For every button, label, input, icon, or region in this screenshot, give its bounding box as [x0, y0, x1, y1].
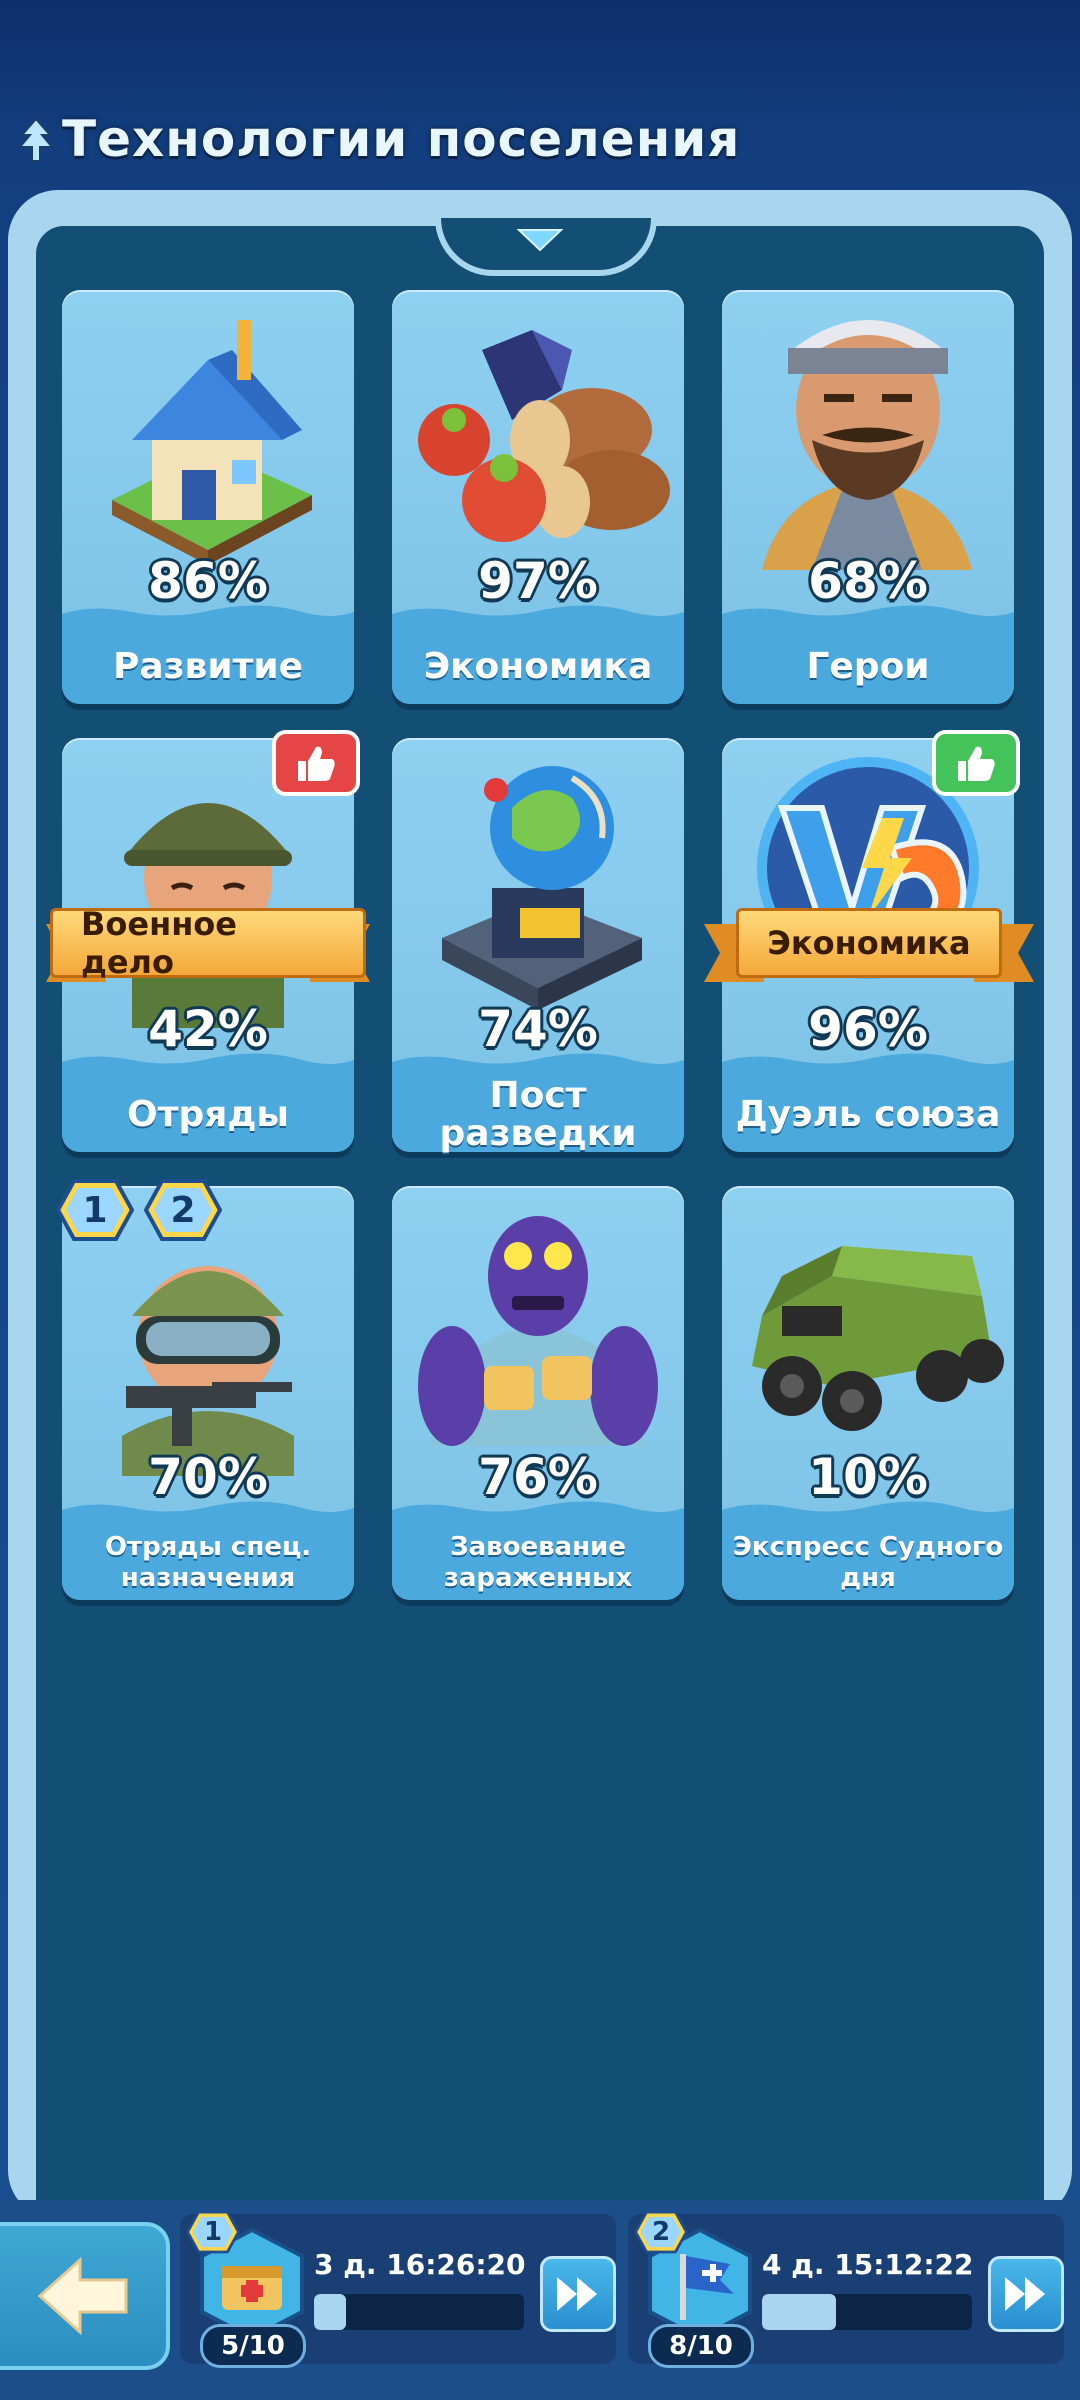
card-title: Завоевание зараженных	[443, 1531, 633, 1593]
speedup-button[interactable]	[988, 2256, 1064, 2332]
tech-card-recon[interactable]: 74% Пост разведки	[392, 738, 684, 1152]
queue-timer: 3 д. 16:26:20	[314, 2248, 526, 2281]
tech-card-doomsday-express[interactable]: 10% Экспресс Судного дня	[722, 1186, 1014, 1600]
globe-icon	[442, 766, 642, 1010]
tech-card-economy[interactable]: 97% Экономика	[392, 290, 684, 704]
card-title: Пост разведки	[439, 1075, 637, 1154]
fast-forward-icon	[557, 2277, 597, 2311]
queue-badge-1: 1	[56, 1178, 134, 1242]
tech-card-heroes[interactable]: 68% Герои	[722, 290, 1014, 704]
card-title: Дуэль союза	[735, 1094, 1001, 1136]
progress-percent: 10%	[808, 1448, 928, 1506]
progress-percent: 70%	[148, 1448, 268, 1506]
tree-icon	[17, 117, 55, 162]
resources-icon	[418, 330, 670, 542]
queue-progress-bar	[314, 2294, 524, 2330]
queue-progress-bar	[762, 2294, 972, 2330]
card-title: Экспресс Судного дня	[732, 1531, 1004, 1593]
card-title: Экономика	[423, 646, 653, 688]
queue-number-badge: 2	[634, 2210, 688, 2254]
queue-number-badge: 1	[186, 2210, 240, 2254]
queue-progress-fill	[762, 2294, 836, 2330]
queue-badge-2: 2	[144, 1178, 222, 1242]
progress-percent: 96%	[808, 1000, 928, 1058]
chevron-down-icon[interactable]	[515, 226, 565, 252]
tech-card-development[interactable]: 86% Развитие	[62, 290, 354, 704]
zombie-icon	[418, 1216, 658, 1446]
progress-percent: 76%	[478, 1448, 598, 1506]
queue-timer: 4 д. 15:12:22	[762, 2248, 974, 2281]
queue-count: 8/10	[648, 2324, 754, 2368]
progress-percent: 68%	[808, 552, 928, 610]
recommended-thumb-icon	[932, 730, 1020, 796]
page-title: Технологии поселения	[62, 110, 741, 168]
arrow-left-icon	[37, 2256, 128, 2336]
progress-percent: 86%	[148, 552, 268, 610]
card-title: Герои	[806, 646, 930, 688]
queue-count: 5/10	[200, 2324, 306, 2368]
progress-percent: 74%	[478, 1000, 598, 1058]
queue-progress-fill	[314, 2294, 346, 2330]
category-ribbon-economy: Экономика	[704, 908, 1034, 982]
house-icon	[112, 320, 312, 565]
fast-forward-icon	[1005, 2277, 1045, 2311]
speedup-button[interactable]	[540, 2256, 616, 2332]
progress-percent: 97%	[478, 552, 598, 610]
research-queue-2[interactable]: 2 8/10 4 д. 15:12:22	[628, 2210, 1064, 2368]
card-title: Отряды спец. назначения	[104, 1531, 312, 1593]
tech-card-infected-conquest[interactable]: 76% Завоевание зараженных	[392, 1186, 684, 1600]
progress-percent: 42%	[148, 1000, 268, 1058]
card-title: Развитие	[112, 646, 304, 688]
hero-icon	[762, 320, 972, 570]
card-title: Отряды	[127, 1094, 289, 1136]
tech-card-special-forces[interactable]: 70% Отряды спец. назначения	[62, 1186, 354, 1600]
research-queue-1[interactable]: 1 5/10 3 д. 16:26:20	[180, 2210, 616, 2368]
truck-icon	[752, 1246, 1004, 1431]
recommended-thumb-icon	[272, 730, 360, 796]
category-ribbon-military: Военное дело	[46, 905, 370, 982]
back-button[interactable]	[0, 2222, 170, 2370]
